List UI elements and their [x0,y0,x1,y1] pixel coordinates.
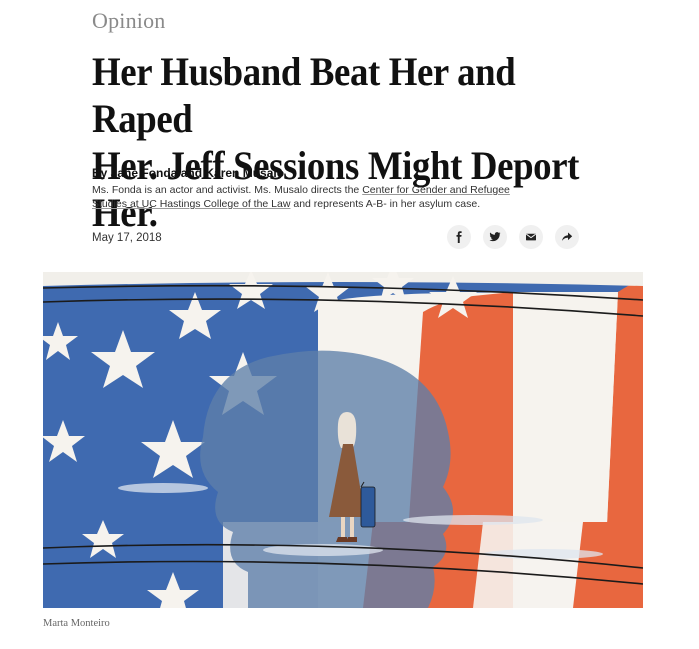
flag-silhouette-illustration [43,272,643,608]
facebook-icon [456,231,462,243]
more-share-button[interactable] [555,225,579,249]
email-icon [526,233,536,241]
bio-prefix: Ms. Fonda is an actor and activist. Ms. … [92,184,363,196]
image-credit: Marta Monteiro [43,618,110,629]
headline-line-1: Her Husband Beat Her and Raped [92,49,516,141]
section-kicker[interactable]: Opinion [92,8,166,34]
facebook-share-button[interactable] [447,225,471,249]
share-arrow-icon [562,232,573,241]
lead-illustration[interactable] [43,272,643,608]
email-share-button[interactable] [519,225,543,249]
share-tools [447,225,579,249]
twitter-share-button[interactable] [483,225,507,249]
author-bio: Ms. Fonda is an actor and activist. Ms. … [92,183,522,211]
bio-suffix: and represents A-B- in her asylum case. [290,198,481,210]
publish-date: May 17, 2018 [92,232,162,244]
byline: By Jane Fonda and Karen Musalo [92,166,285,180]
twitter-icon [489,232,501,242]
